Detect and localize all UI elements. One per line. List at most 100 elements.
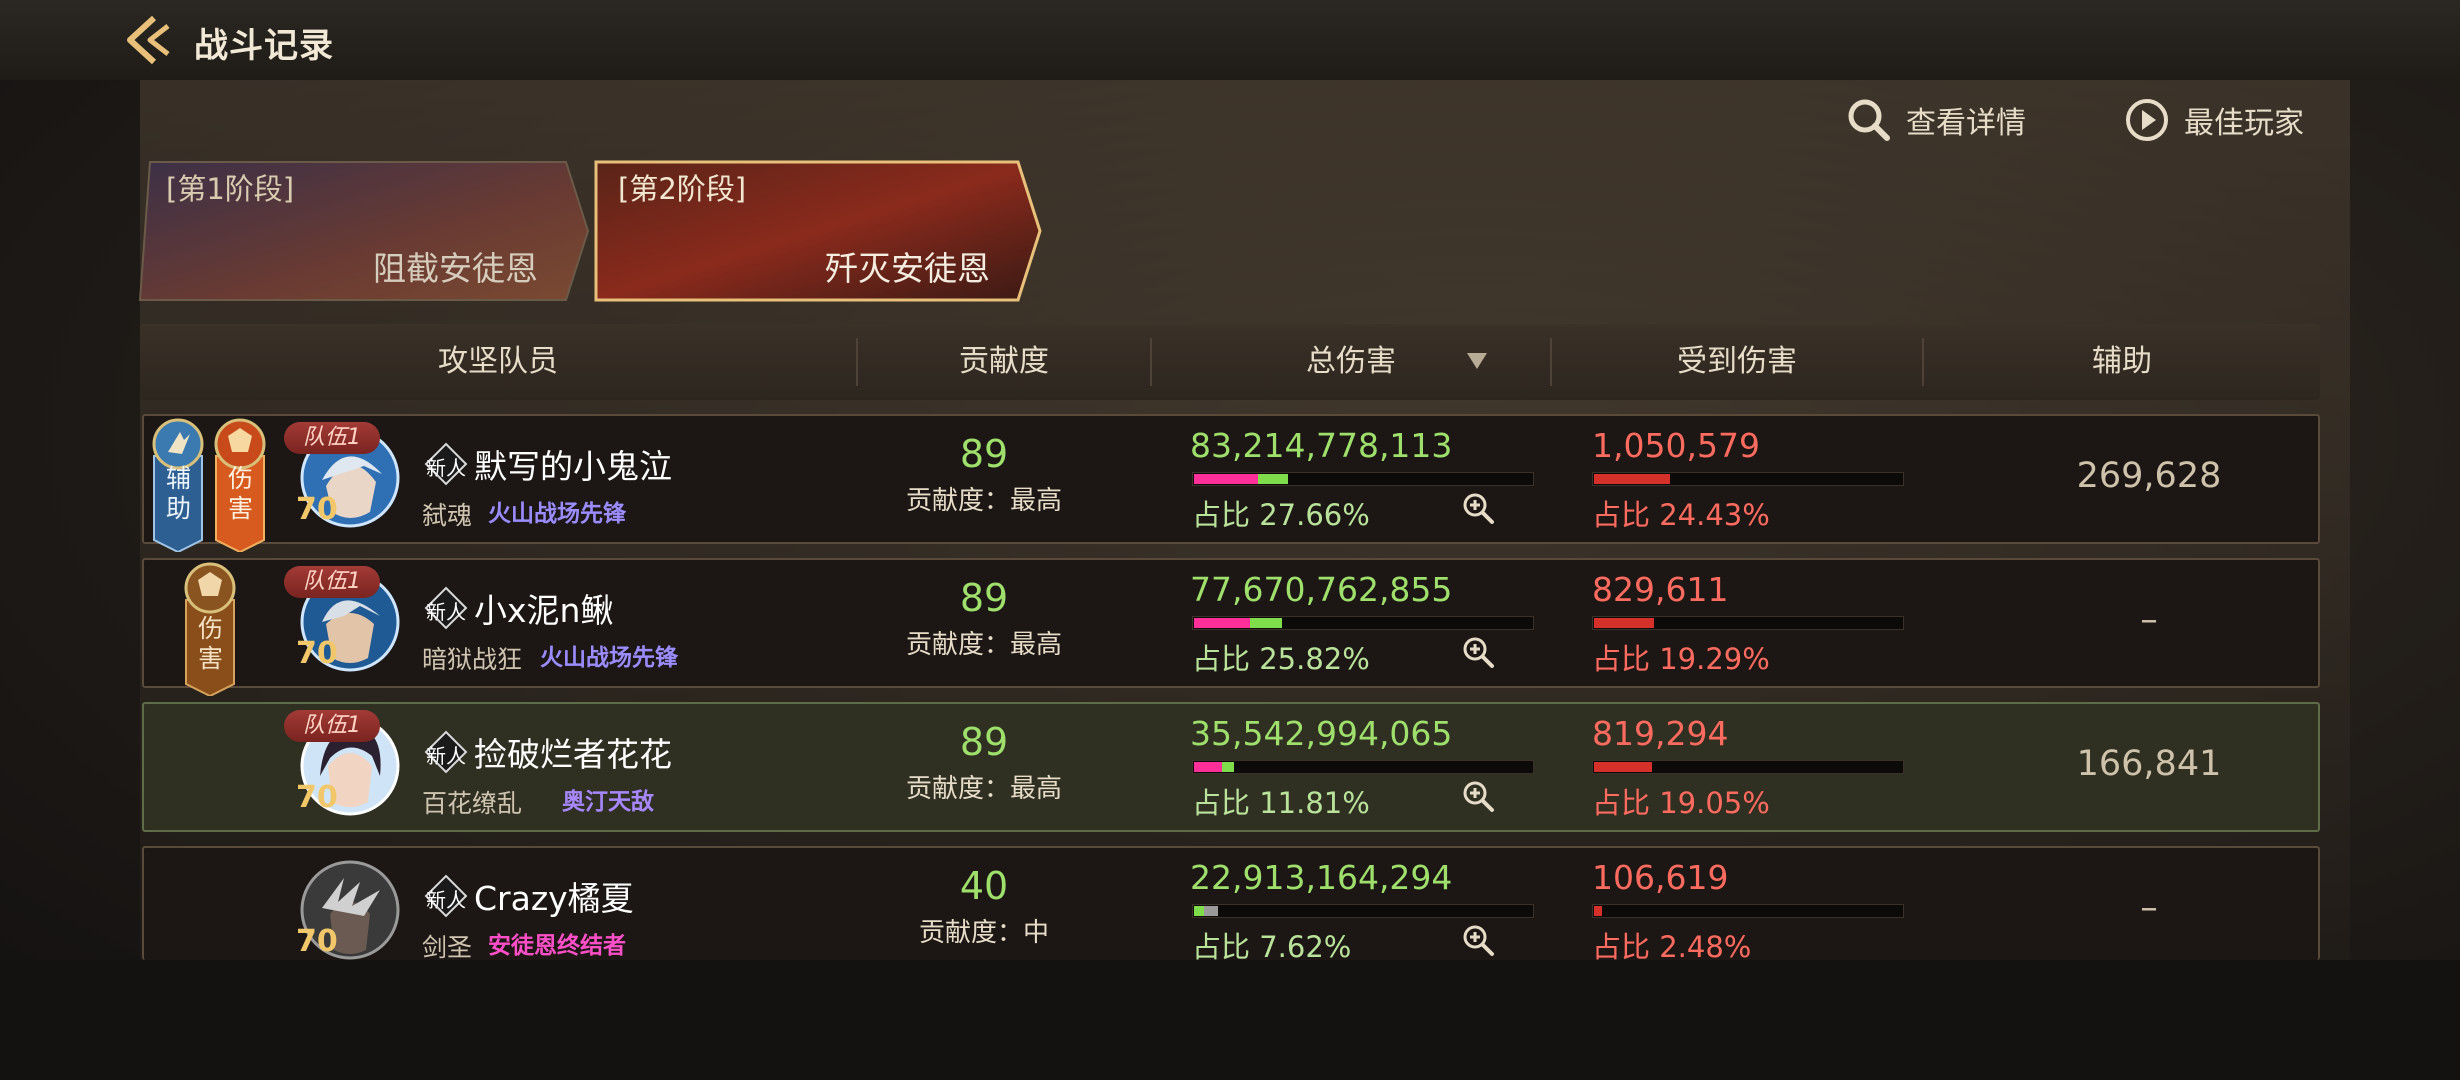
damage-bar-pink	[1194, 618, 1250, 628]
contribution-cell: 89 贡献度：最高	[884, 416, 1084, 517]
contribution-label: 贡献度：中	[918, 918, 1049, 948]
table-row[interactable]: 伤害 队伍1 70 新人 小x泥n鳅 暗狱战狂 火山战场先锋 89 贡献度：最高…	[142, 558, 2320, 696]
taken-value: 829,611	[1592, 570, 1729, 609]
player-name: 默写的小鬼泣	[474, 447, 672, 486]
damage-share-bar	[1192, 472, 1534, 486]
level-badge: 70	[296, 780, 338, 815]
player-class: 暗狱战狂	[422, 645, 523, 674]
damage-bar-gray	[1204, 906, 1218, 916]
newbie-label: 新人	[426, 456, 466, 480]
level-badge: 70	[296, 924, 338, 959]
player-name: 捡破烂者花花	[474, 735, 672, 774]
damage-percent: 占比 25.82%	[1192, 642, 1370, 676]
player-class: 剑圣	[422, 933, 473, 960]
taken-value: 106,619	[1592, 858, 1729, 897]
contribution-cell: 89 贡献度：最高	[884, 704, 1084, 805]
tab-stage-1[interactable]: [第1阶段] 阻截安徒恩	[138, 160, 594, 302]
taken-percent: 占比 2.48%	[1592, 930, 1752, 960]
contribution-cell: 40 贡献度：中	[884, 848, 1084, 949]
table-row[interactable]: 队伍1 70 新人 捡破烂者花花 百花缭乱 奥汀天敌 89 贡献度：最高 35,…	[142, 702, 2320, 832]
level-badge: 70	[296, 636, 338, 671]
table-header: 攻坚队员 贡献度 总伤害 受到伤害 辅助	[140, 324, 2320, 400]
zoom-icon[interactable]	[1460, 922, 1496, 958]
top-bar: 战斗记录	[0, 0, 2460, 80]
team-tag: 队伍1	[284, 710, 380, 742]
taken-value: 819,294	[1592, 714, 1729, 753]
stage-1-name: 阻截安徒恩	[373, 249, 538, 288]
team-tag: 队伍1	[284, 422, 380, 454]
badge-support-label: 辅助	[166, 464, 192, 523]
contribution-value: 89	[959, 576, 1009, 620]
assist-value: 269,628	[2076, 456, 2222, 496]
stage-2-name: 歼灭安徒恩	[825, 249, 990, 288]
taken-share-bar	[1592, 616, 1904, 630]
damage-share-bar	[1192, 760, 1534, 774]
assist-value: –	[2140, 888, 2158, 928]
player-title: 火山战场先锋	[488, 501, 626, 527]
player-class: 弑魂	[422, 501, 473, 530]
search-icon	[1848, 99, 1890, 141]
damage-share-bar	[1192, 904, 1534, 918]
page-title: 战斗记录	[194, 26, 334, 66]
damage-bar-green	[1194, 906, 1204, 916]
taken-share-bar	[1592, 904, 1904, 918]
zoom-icon[interactable]	[1460, 490, 1496, 526]
contribution-label: 贡献度：最高	[905, 486, 1062, 516]
zoom-icon[interactable]	[1460, 634, 1496, 670]
col-total-damage[interactable]: 总伤害	[1152, 324, 1550, 400]
col-contribution[interactable]: 贡献度	[858, 324, 1150, 400]
damage-value: 77,670,762,855	[1190, 570, 1453, 609]
col-damage-taken[interactable]: 受到伤害	[1552, 324, 1922, 400]
sort-down-icon[interactable]	[1466, 352, 1488, 370]
damage-percent: 占比 11.81%	[1192, 786, 1370, 820]
contribution-value: 40	[959, 864, 1009, 908]
taken-bar-fill	[1594, 762, 1652, 772]
contribution-value: 89	[959, 720, 1009, 764]
damage-value: 35,542,994,065	[1190, 714, 1453, 753]
view-details-button[interactable]: 查看详情	[1846, 96, 2026, 144]
badge-damage-label: 伤害	[198, 614, 224, 673]
newbie-label: 新人	[426, 888, 466, 912]
damage-percent: 占比 27.66%	[1192, 498, 1370, 532]
table-row[interactable]: 辅助 伤害 队伍1 70 新人 默写的小鬼泣 弑魂 火山战场先锋 89 贡献度：…	[142, 414, 2320, 552]
contribution-label: 贡献度：最高	[905, 774, 1062, 804]
player-title: 火山战场先锋	[540, 645, 678, 671]
newbie-label: 新人	[426, 744, 466, 768]
damage-bar-pink	[1194, 474, 1258, 484]
taken-bar-fill	[1594, 474, 1670, 484]
newbie-label: 新人	[426, 600, 466, 624]
taken-percent: 占比 19.05%	[1592, 786, 1770, 820]
damage-value: 83,214,778,113	[1190, 426, 1453, 465]
damage-bar-pink	[1194, 762, 1222, 772]
stage-1-tag: [第1阶段]	[166, 172, 295, 206]
col-members: 攻坚队员	[438, 344, 558, 379]
level-badge: 70	[296, 492, 338, 527]
taken-value: 1,050,579	[1592, 426, 1760, 465]
view-details-label: 查看详情	[1906, 106, 2026, 141]
col-assist[interactable]: 辅助	[1924, 324, 2320, 400]
player-title: 安徒恩终结者	[488, 933, 626, 959]
best-player-button[interactable]: 最佳玩家	[2124, 96, 2304, 144]
back-arrow-icon[interactable]	[124, 14, 180, 66]
taken-bar-fill	[1594, 618, 1654, 628]
taken-bar-fill	[1594, 906, 1602, 916]
contribution-cell: 89 贡献度：最高	[884, 560, 1084, 661]
contribution-label: 贡献度：最高	[905, 630, 1062, 660]
player-class: 百花缭乱	[422, 789, 523, 818]
table-row[interactable]: 70 新人 Crazy橘夏 剑圣 安徒恩终结者 40 贡献度：中 22,913,…	[142, 846, 2320, 960]
tab-stage-2[interactable]: [第2阶段] 歼灭安徒恩	[590, 160, 1046, 302]
damage-share-bar	[1192, 616, 1534, 630]
zoom-icon[interactable]	[1460, 778, 1496, 814]
damage-value: 22,913,164,294	[1190, 858, 1453, 897]
player-title: 奥汀天敌	[562, 789, 654, 815]
damage-bar-green	[1222, 762, 1234, 772]
taken-percent: 占比 19.29%	[1592, 642, 1770, 676]
player-name: 小x泥n鳅	[474, 591, 614, 630]
assist-value: –	[2140, 600, 2158, 640]
taken-percent: 占比 24.43%	[1592, 498, 1770, 532]
player-name: Crazy橘夏	[474, 879, 634, 918]
stage-2-tag: [第2阶段]	[618, 172, 747, 206]
best-player-label: 最佳玩家	[2184, 106, 2304, 141]
badge-damage-label: 伤害	[228, 464, 254, 523]
taken-share-bar	[1592, 760, 1904, 774]
